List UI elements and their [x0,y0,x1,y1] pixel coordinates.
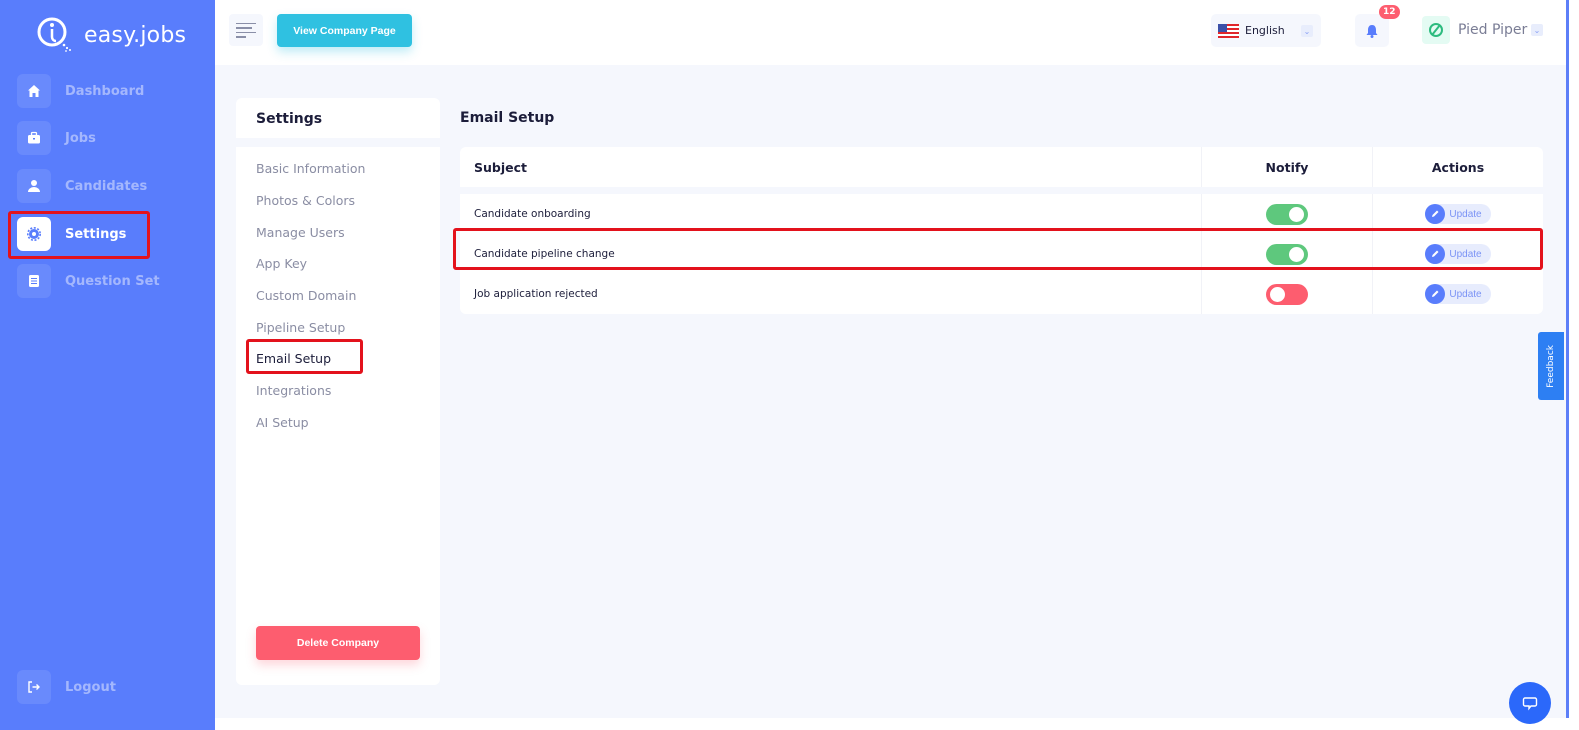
company-name: Pied Piper [1458,22,1528,38]
sidebar-item-question-set[interactable]: Question Set [17,264,207,298]
briefcase-icon [17,121,51,155]
settings-menu: Basic Information Photos & Colors Manage… [236,147,440,685]
sidebar-item-candidates[interactable]: Candidates [17,169,207,203]
topbar: View Company Page English ⌄ 12 Pied Pipe… [215,0,1566,65]
chat-bubble-icon [1522,697,1538,711]
logo-text: easy.jobs [84,22,187,48]
sidebar: easy.jobs Dashboard Jobs Candidates Sett… [0,0,215,730]
notify-toggle[interactable] [1266,203,1308,225]
delete-company-button[interactable]: Delete Company [256,626,420,660]
pencil-icon [1425,204,1446,224]
logout-icon [17,670,51,704]
sidebar-item-dashboard[interactable]: Dashboard [17,74,207,108]
update-button[interactable]: Update [1425,204,1491,224]
notify-toggle[interactable] [1266,283,1308,305]
logout-label: Logout [65,679,116,695]
app-logo[interactable]: easy.jobs [36,16,186,54]
feedback-tab[interactable]: Feedback [1538,332,1564,400]
update-button[interactable]: Update [1425,284,1491,304]
chevron-down-icon: ⌄ [1301,25,1313,37]
table-header: Subject Notify Actions [460,147,1543,187]
company-switcher[interactable]: Pied Piper [1422,16,1527,44]
sidebar-item-jobs[interactable]: Jobs [17,121,207,155]
sidebar-item-label: Candidates [65,178,148,194]
user-icon [17,169,51,203]
home-icon [17,74,51,108]
company-logo-icon [1422,16,1450,44]
menu-icon [236,22,256,24]
sidebar-item-label: Jobs [65,130,96,146]
chat-button[interactable] [1509,682,1551,724]
sidebar-item-label: Question Set [65,273,160,289]
settings-link-pipeline-setup[interactable]: Pipeline Setup [256,320,345,335]
menu-toggle-button[interactable] [229,14,263,46]
settings-link-ai-setup[interactable]: AI Setup [256,415,309,430]
annotation-highlight [453,228,1543,270]
settings-link-photos-colors[interactable]: Photos & Colors [256,193,355,208]
language-select[interactable]: English ⌄ [1211,14,1321,47]
page-title: Email Setup [460,110,555,126]
pencil-icon [1425,284,1446,304]
notification-badge: 12 [1379,5,1400,19]
settings-link-app-key[interactable]: App Key [256,256,307,271]
logout-button[interactable]: Logout [17,670,207,704]
settings-link-integrations[interactable]: Integrations [256,383,331,398]
sidebar-item-label: Dashboard [65,83,145,99]
footer-strip [215,718,1566,730]
update-label: Update [1449,288,1482,300]
column-header-subject: Subject [460,147,1202,187]
us-flag-icon [1218,23,1239,38]
bell-icon [1366,24,1378,38]
scrollbar-thumb[interactable] [1566,0,1569,718]
table-row: Job application rejected Update [460,274,1543,314]
feedback-label: Feedback [1546,344,1556,388]
settings-link-custom-domain[interactable]: Custom Domain [256,288,356,303]
notification-button[interactable] [1355,14,1389,47]
chevron-down-icon[interactable]: ⌄ [1531,24,1543,36]
column-header-actions: Actions [1431,159,1485,175]
settings-link-manage-users[interactable]: Manage Users [256,225,345,240]
settings-title: Settings [236,98,440,138]
annotation-highlight [246,339,363,374]
document-icon [17,264,51,298]
view-company-page-button[interactable]: View Company Page [277,14,412,47]
row-subject: Job application rejected [460,274,1202,314]
annotation-highlight [8,211,150,259]
logo-icon [36,16,76,54]
column-header-notify: Notify [1202,147,1373,187]
update-label: Update [1449,208,1482,220]
language-label: English [1245,24,1285,37]
settings-link-basic-information[interactable]: Basic Information [256,161,365,176]
